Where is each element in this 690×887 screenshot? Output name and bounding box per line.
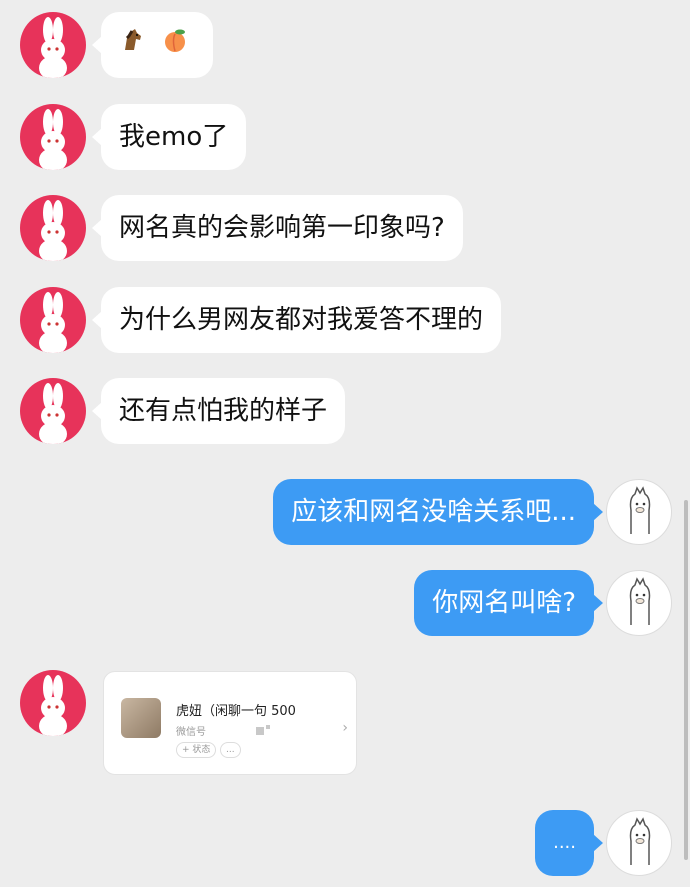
alpaca-icon [629, 577, 651, 625]
horse-icon [119, 13, 147, 79]
message-bubble-incoming[interactable]: 还有点怕我的样子 [91, 378, 346, 444]
peach-icon [161, 13, 189, 79]
blurred-wechat-id [256, 727, 264, 735]
user-avatar[interactable] [606, 810, 672, 876]
alpaca-icon [629, 817, 651, 865]
contact-card-wechat-id-label: 微信号 [176, 727, 206, 738]
contact-card-name: 虎妞（闲聊一句 500 [176, 704, 296, 719]
message-bubble-incoming[interactable]: 我emo了 [91, 104, 247, 170]
message-bubble-incoming[interactable] [91, 12, 214, 79]
message-bubble-outgoing[interactable]: .... [535, 810, 603, 876]
contact-avatar[interactable] [20, 195, 86, 261]
chevron-right-icon: › [342, 720, 348, 736]
user-avatar[interactable] [606, 479, 672, 545]
rabbit-icon [39, 200, 67, 261]
contact-card-status: + 状态 [176, 742, 217, 758]
contact-card-more: ... [220, 742, 241, 758]
rabbit-icon [39, 109, 67, 170]
rabbit-icon [39, 675, 67, 736]
message-bubble-outgoing[interactable]: 应该和网名没啥关系吧... [273, 479, 603, 545]
contact-avatar[interactable] [20, 670, 86, 736]
scrollbar[interactable] [684, 500, 688, 860]
rabbit-icon [39, 17, 67, 78]
message-bubble-incoming[interactable]: 网名真的会影响第一印象吗? [92, 195, 463, 261]
contact-avatar[interactable] [20, 12, 86, 78]
rabbit-icon [39, 383, 67, 444]
blurred-wechat-id [266, 725, 270, 729]
rabbit-icon [39, 292, 67, 353]
message-bubble-outgoing[interactable]: 你网名叫啥? [414, 570, 603, 636]
contact-avatar[interactable] [20, 287, 86, 353]
contact-card[interactable]: 虎妞（闲聊一句 500 微信号 + 状态 ... › [103, 671, 357, 775]
user-avatar[interactable] [606, 570, 672, 636]
message-bubble-incoming[interactable]: 为什么男网友都对我爱答不理的 [91, 287, 502, 353]
contact-card-avatar [121, 698, 161, 738]
contact-avatar[interactable] [20, 104, 86, 170]
contact-avatar[interactable] [20, 378, 86, 444]
alpaca-icon [629, 486, 651, 534]
